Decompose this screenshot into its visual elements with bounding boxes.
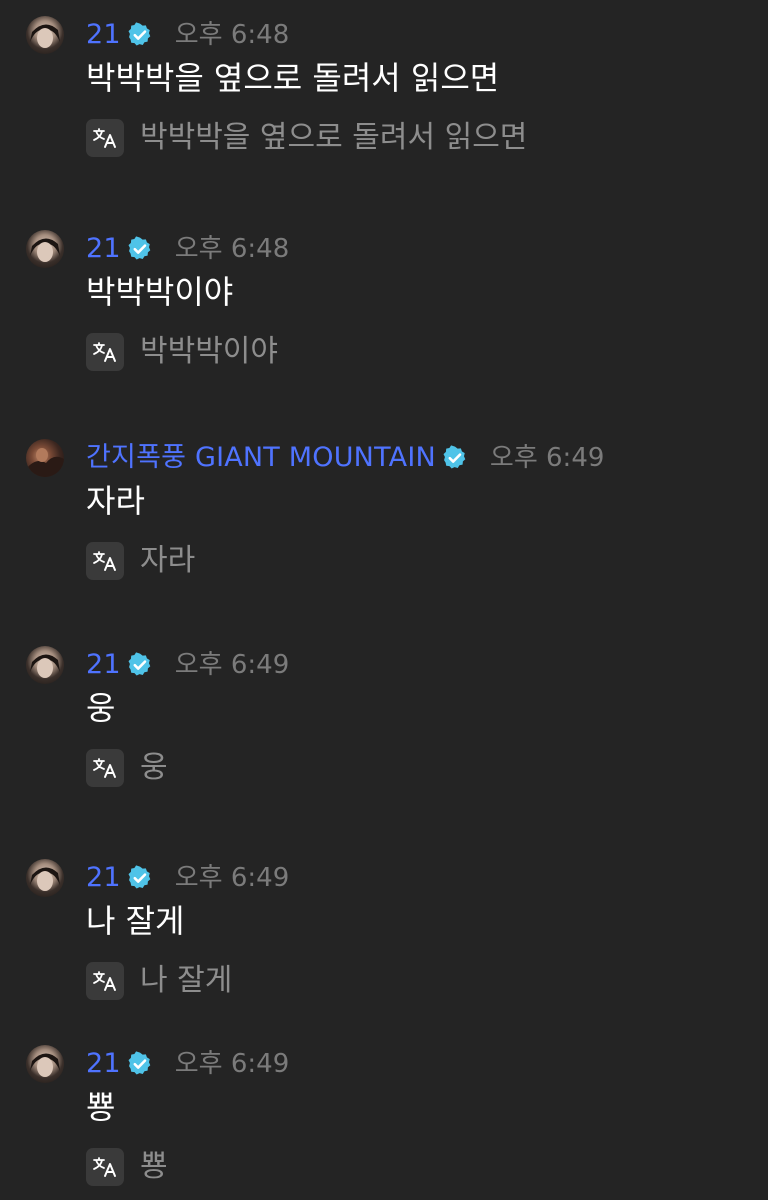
message-text: 박박박을 옆으로 돌려서 읽으면 <box>86 59 500 97</box>
message-text: 나 잘게 <box>86 902 185 940</box>
user-avatar[interactable] <box>26 646 64 684</box>
translation-row: 웅 <box>86 748 168 788</box>
translation-text: 박박박이야 <box>140 334 278 369</box>
message-timestamp: 오후 6:48 <box>174 234 290 264</box>
avatar-face-icon <box>30 238 60 262</box>
verified-badge-icon <box>443 445 466 469</box>
message-text: 웅 <box>86 689 116 727</box>
translate-icon[interactable] <box>86 119 124 157</box>
chat-message-list: 21 오후 6:48 박박박을 옆으로 돌려서 읽으면 박박박을 옆으로 돌려서… <box>0 0 768 1200</box>
avatar-face-icon <box>30 24 60 48</box>
message-timestamp: 오후 6:48 <box>174 20 290 50</box>
message-text: 박박박이야 <box>86 273 234 311</box>
translate-glyph-icon <box>93 342 116 362</box>
message-timestamp: 오후 6:49 <box>174 863 290 893</box>
translation-row: 박박박을 옆으로 돌려서 읽으면 <box>86 118 527 158</box>
message-author[interactable]: 21 <box>86 1047 121 1081</box>
translate-glyph-icon <box>93 128 116 148</box>
avatar-face-icon <box>30 654 60 678</box>
translation-row: 뿅 <box>86 1147 168 1187</box>
translate-icon[interactable] <box>86 333 124 371</box>
user-avatar[interactable] <box>26 1045 64 1083</box>
verified-badge-icon <box>128 236 151 260</box>
avatar-face-icon <box>30 867 60 891</box>
avatar-photo-icon <box>26 448 64 477</box>
translation-text: 나 잘게 <box>140 963 233 998</box>
message-timestamp: 오후 6:49 <box>489 443 605 473</box>
message-author[interactable]: 21 <box>86 18 121 52</box>
verified-badge-icon <box>128 652 151 676</box>
translate-icon[interactable] <box>86 962 124 1000</box>
message-author[interactable]: 21 <box>86 232 121 266</box>
user-avatar[interactable] <box>26 230 64 268</box>
message-timestamp: 오후 6:49 <box>174 1049 290 1079</box>
message-timestamp: 오후 6:49 <box>174 650 290 680</box>
translation-text: 웅 <box>140 750 168 785</box>
verified-badge-icon <box>128 1051 151 1075</box>
translate-icon[interactable] <box>86 1148 124 1186</box>
message-text: 뿅 <box>86 1088 116 1126</box>
translation-row: 자라 <box>86 541 195 581</box>
user-avatar[interactable] <box>26 859 64 897</box>
translation-text: 자라 <box>140 543 196 578</box>
translation-row: 나 잘게 <box>86 961 232 1001</box>
verified-badge-icon <box>128 22 151 46</box>
message-text: 자라 <box>86 482 145 520</box>
message-author[interactable]: 간지폭풍 GIANT MOUNTAIN <box>86 441 436 475</box>
message-author[interactable]: 21 <box>86 648 121 682</box>
translate-glyph-icon <box>93 758 116 778</box>
translate-glyph-icon <box>93 971 116 991</box>
user-avatar[interactable] <box>26 439 64 477</box>
translate-glyph-icon <box>93 551 116 571</box>
translation-text: 뿅 <box>140 1149 168 1184</box>
translate-glyph-icon <box>93 1157 116 1177</box>
user-avatar[interactable] <box>26 16 64 54</box>
translation-text: 박박박을 옆으로 돌려서 읽으면 <box>140 120 528 155</box>
translate-icon[interactable] <box>86 749 124 787</box>
message-author[interactable]: 21 <box>86 861 121 895</box>
translation-row: 박박박이야 <box>86 332 278 372</box>
translate-icon[interactable] <box>86 542 124 580</box>
avatar-face-icon <box>30 1053 60 1077</box>
verified-badge-icon <box>128 865 151 889</box>
